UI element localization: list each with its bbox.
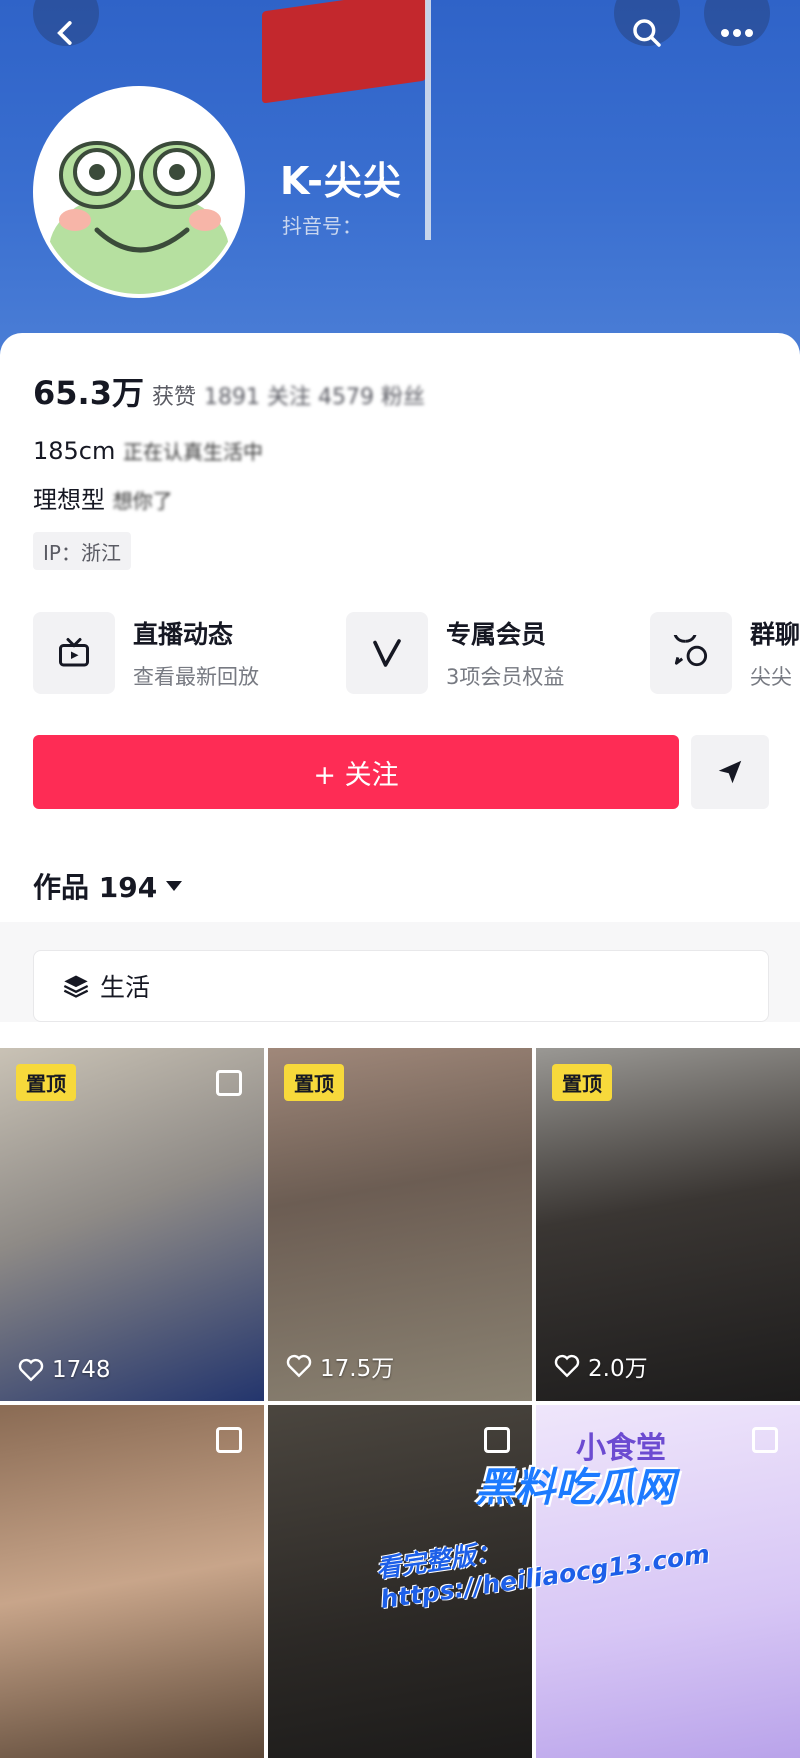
video-tile[interactable] <box>0 1405 264 1758</box>
heart-icon <box>286 1354 312 1378</box>
collection-life[interactable]: 生活 <box>33 950 769 1022</box>
heart-icon <box>18 1358 44 1382</box>
like-count: 2.0万 <box>554 1349 648 1383</box>
video-tile[interactable]: 置顶 17.5万 <box>268 1048 532 1401</box>
feature-group-chat-subtitle: 尖尖 <box>749 665 792 689</box>
feature-live-title: 直播动态 <box>133 620 234 649</box>
flagpole <box>425 0 431 240</box>
nickname: K-尖尖 <box>280 159 402 203</box>
pinned-badge: 置顶 <box>16 1064 76 1101</box>
works-tab[interactable]: 作品 194 <box>33 866 183 906</box>
feature-group-chat-title: 群聊 <box>749 620 800 649</box>
feature-membership-title: 专属会员 <box>446 620 547 649</box>
like-count-text: 2.0万 <box>588 1356 648 1382</box>
more-horizontal-icon <box>721 29 753 37</box>
works-count: 作品 194 <box>33 871 158 904</box>
like-count-text: 17.5万 <box>320 1356 395 1382</box>
search-button[interactable] <box>614 0 680 47</box>
multi-image-icon <box>484 1427 510 1453</box>
feature-group-chat[interactable]: 群聊 尖尖 <box>650 612 800 694</box>
frog-avatar-icon <box>37 90 241 294</box>
caret-down-icon <box>166 881 183 891</box>
avatar[interactable] <box>33 86 245 298</box>
v-badge-icon <box>346 612 428 694</box>
profile-header: K-尖尖 抖音号： <box>0 0 800 360</box>
video-tile[interactable]: 置顶 1748 <box>0 1048 264 1401</box>
multi-image-icon <box>752 1427 778 1453</box>
bio-blurred-1: 正在认真生活中 <box>123 440 264 464</box>
search-icon <box>633 19 661 47</box>
flag-image <box>262 0 426 104</box>
collection-label: 生活 <box>100 973 151 1002</box>
heart-icon <box>554 1354 580 1378</box>
ip-location-badge: IP：浙江 <box>33 532 131 570</box>
douyin-id[interactable]: 抖音号： <box>282 210 362 239</box>
layers-icon <box>63 975 89 998</box>
bio-height: 185cm <box>33 437 116 465</box>
video-tile[interactable]: 置顶 2.0万 <box>536 1048 800 1401</box>
pinned-badge: 置顶 <box>552 1064 612 1101</box>
chat-bubbles-icon <box>650 612 732 694</box>
follow-button[interactable]: + 关注 <box>33 735 679 809</box>
like-count-text: 1748 <box>52 1357 111 1383</box>
bio-line-1: 185cm 正在认真生活中 <box>33 436 263 465</box>
feature-membership-subtitle: 3项会员权益 <box>446 665 565 689</box>
multi-image-icon <box>216 1427 242 1453</box>
profile-stats[interactable]: 65.3万 获赞 1891 关注 4579 粉丝 <box>33 368 425 414</box>
blurred-stats: 1891 关注 4579 粉丝 <box>203 385 425 410</box>
chevron-left-icon <box>57 21 72 45</box>
feature-membership[interactable]: 专属会员 3项会员权益 <box>346 612 564 694</box>
multi-image-icon <box>216 1070 242 1096</box>
feature-live-subtitle: 查看最新回放 <box>133 665 259 689</box>
pinned-badge: 置顶 <box>284 1064 344 1101</box>
bio-line-2: 理想型 想你了 <box>33 480 173 515</box>
like-count: 1748 <box>18 1357 111 1383</box>
more-button[interactable] <box>704 0 770 46</box>
like-count: 17.5万 <box>286 1349 394 1383</box>
share-button[interactable] <box>691 735 769 809</box>
back-button[interactable] <box>33 0 99 46</box>
likes-label: 获赞 <box>151 385 196 410</box>
likes-count: 65.3万 <box>33 374 144 412</box>
bio-ideal-type: 理想型 <box>33 486 105 514</box>
watermark-site: 黑料吃瓜网 <box>475 1465 675 1511</box>
send-icon <box>718 760 742 784</box>
bio-blurred-2: 想你了 <box>112 489 173 513</box>
feature-live[interactable]: 直播动态 查看最新回放 <box>33 612 259 694</box>
tv-icon <box>33 612 115 694</box>
